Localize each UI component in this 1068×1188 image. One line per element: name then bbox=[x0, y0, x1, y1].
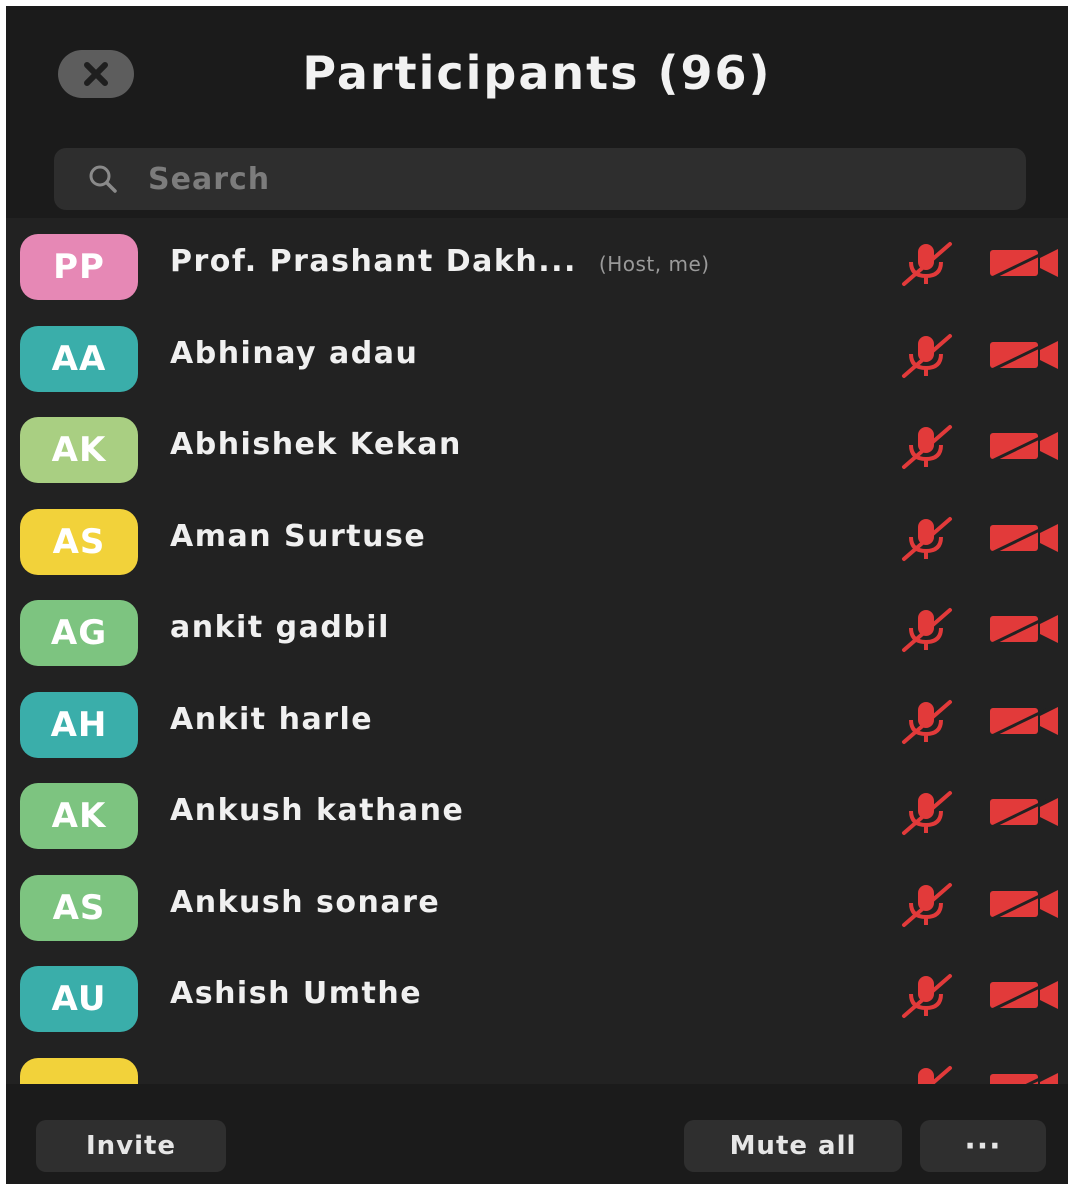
camera-off-icon[interactable] bbox=[988, 887, 1060, 921]
camera-off-icon[interactable] bbox=[988, 704, 1060, 738]
participant-role: (Host, me) bbox=[598, 252, 710, 276]
search-input[interactable] bbox=[146, 160, 850, 198]
avatar: AS bbox=[20, 508, 138, 575]
participant-name: ankit gadbil bbox=[170, 610, 390, 645]
camera-off-icon[interactable] bbox=[988, 795, 1060, 829]
participant-name-wrap: Prof. Prashant Dakh... (Host, me) bbox=[170, 244, 710, 279]
avatar: AK bbox=[20, 417, 138, 483]
participant-name: Abhinay adau bbox=[170, 335, 419, 371]
avatar: AG bbox=[20, 600, 138, 666]
camera-off-icon[interactable] bbox=[988, 978, 1060, 1012]
avatar: AA bbox=[20, 325, 138, 392]
header: Participants (96) bbox=[6, 6, 1068, 146]
participant-name: Abhishek Kekan bbox=[170, 427, 462, 462]
mic-muted-icon[interactable] bbox=[896, 332, 956, 380]
participant-row[interactable]: AU Ashish Umthe bbox=[6, 950, 1068, 1042]
participant-row[interactable]: AS Aman Surtuse bbox=[6, 493, 1068, 585]
mic-muted-icon[interactable] bbox=[896, 881, 956, 929]
camera-off-icon[interactable] bbox=[988, 612, 1060, 646]
mute-all-button[interactable]: Mute all bbox=[684, 1120, 902, 1172]
mic-muted-icon[interactable] bbox=[896, 515, 956, 563]
mic-muted-icon[interactable] bbox=[896, 698, 956, 746]
participant-name-wrap: Ankush sonare bbox=[170, 885, 440, 920]
camera-off-icon[interactable] bbox=[988, 521, 1060, 555]
participant-name: Ankush sonare bbox=[170, 884, 441, 920]
participant-name-wrap: Ankush kathane bbox=[170, 793, 464, 828]
participant-row[interactable]: AG ankit gadbil bbox=[6, 584, 1068, 676]
camera-off-icon[interactable] bbox=[988, 1070, 1060, 1085]
participant-name-wrap: Aman Surtuse bbox=[170, 519, 426, 554]
mic-muted-icon[interactable] bbox=[896, 423, 956, 471]
mic-muted-icon[interactable] bbox=[896, 240, 956, 288]
participant-name: Prof. Prashant Dakh... bbox=[170, 244, 577, 279]
mic-muted-icon[interactable] bbox=[896, 789, 956, 837]
participant-row[interactable]: AH Ankit harle bbox=[6, 676, 1068, 768]
search-box[interactable] bbox=[54, 148, 1026, 210]
participant-name: Ankush kathane bbox=[170, 793, 465, 828]
participant-row[interactable]: PP Prof. Prashant Dakh... (Host, me) bbox=[6, 218, 1068, 310]
avatar bbox=[20, 1057, 138, 1084]
footer-toolbar: Invite Mute all ··· bbox=[6, 1084, 1068, 1184]
page-title: Participants (96) bbox=[302, 46, 772, 100]
participant-row[interactable]: AS Ankush sonare bbox=[6, 859, 1068, 951]
participant-name-wrap: Ankit harle bbox=[170, 702, 373, 737]
mic-muted-icon[interactable] bbox=[896, 972, 956, 1020]
participant-row[interactable]: AK Ankush kathane bbox=[6, 767, 1068, 859]
participant-name-wrap: Ashish Umthe bbox=[170, 976, 422, 1011]
search-icon bbox=[86, 162, 120, 196]
avatar: PP bbox=[20, 234, 138, 300]
avatar: AS bbox=[20, 874, 138, 941]
participant-row[interactable]: AA Abhinay adau bbox=[6, 310, 1068, 402]
participant-row[interactable] bbox=[6, 1042, 1068, 1085]
more-options-button[interactable]: ··· bbox=[920, 1120, 1046, 1172]
mic-muted-icon[interactable] bbox=[896, 606, 956, 654]
search-bar bbox=[6, 146, 1068, 218]
avatar: AK bbox=[20, 783, 138, 849]
participant-name-wrap: Abhinay adau bbox=[170, 336, 418, 371]
participant-name: Ankit harle bbox=[170, 701, 374, 737]
participant-list: PP Prof. Prashant Dakh... (Host, me) AA Abhi… bbox=[6, 218, 1068, 1084]
participants-panel: Participants (96) PP Prof. Prashant Dakh.… bbox=[6, 6, 1068, 1184]
camera-off-icon[interactable] bbox=[988, 338, 1060, 372]
participant-name-wrap: ankit gadbil bbox=[170, 610, 390, 645]
mic-muted-icon[interactable] bbox=[896, 1064, 956, 1085]
avatar: AH bbox=[20, 691, 138, 758]
avatar: AU bbox=[20, 966, 138, 1032]
participant-name-wrap: Abhishek Kekan bbox=[170, 427, 462, 462]
participant-row[interactable]: AK Abhishek Kekan bbox=[6, 401, 1068, 493]
participant-name: Ashish Umthe bbox=[170, 976, 423, 1011]
participant-name: Aman Surtuse bbox=[170, 518, 427, 554]
camera-off-icon[interactable] bbox=[988, 429, 1060, 463]
camera-off-icon[interactable] bbox=[988, 246, 1060, 280]
invite-button[interactable]: Invite bbox=[36, 1120, 226, 1172]
